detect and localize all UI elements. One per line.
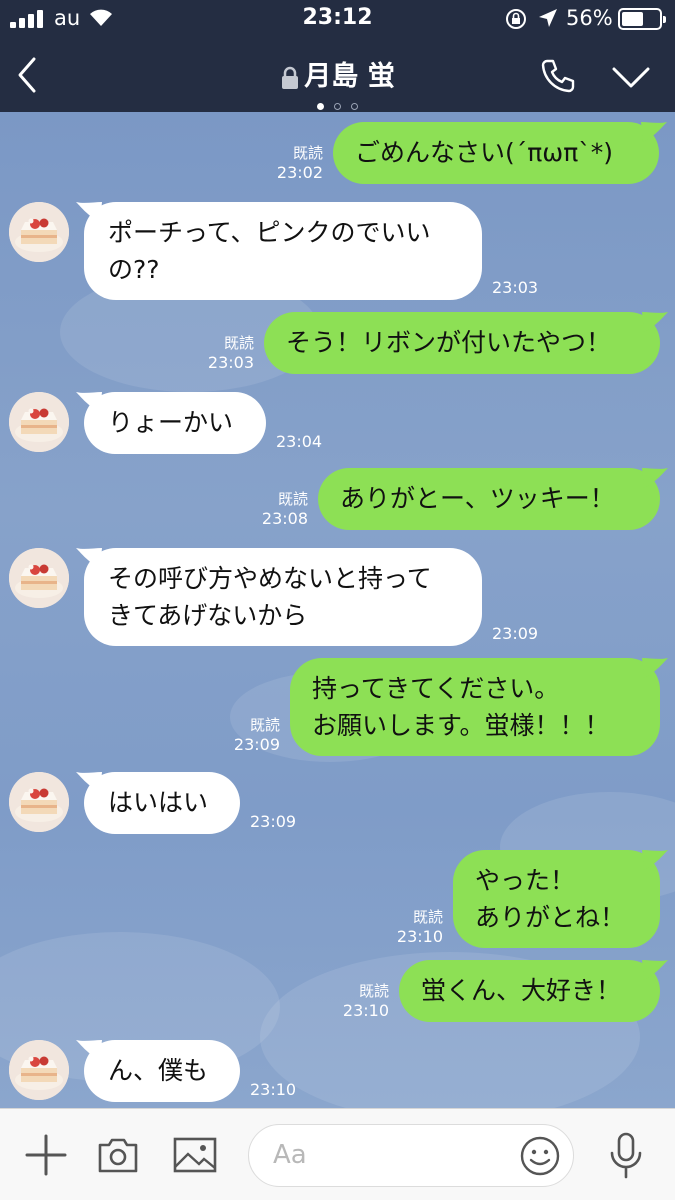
outgoing-message: ごめんなさい(´πωπ`*) 既読 23:02 — [0, 122, 675, 190]
message-bubble[interactable]: 蛍くん、大好き！ — [399, 960, 660, 1022]
incoming-message: りょーかい 23:04 — [0, 392, 675, 460]
message-time: 23:08 — [261, 509, 308, 528]
outgoing-message: やった！ ありがとね！ 既読 23:10 — [0, 850, 675, 954]
message-bubble[interactable]: そう！リボンが付いたやつ！ — [264, 312, 660, 374]
camera-icon[interactable] — [96, 1135, 140, 1175]
input-bar: Aa — [0, 1108, 675, 1200]
read-receipt: 既読 — [249, 716, 280, 734]
message-time: 23:10 — [396, 927, 443, 946]
rotation-lock-icon — [506, 9, 526, 29]
outgoing-message: ありがとー、ツッキー！ 既読 23:08 — [0, 468, 675, 536]
avatar[interactable] — [9, 772, 69, 832]
page-dot — [334, 103, 341, 110]
chat-area[interactable]: ごめんなさい(´πωπ`*) 既読 23:02 ポーチって、ピンクのでいい の?? 2… — [0, 112, 675, 1108]
incoming-message: その呼び方やめないと持って きてあげないから 23:09 — [0, 548, 675, 652]
read-receipt: 既読 — [277, 490, 308, 508]
avatar[interactable] — [9, 548, 69, 608]
outgoing-message: 持ってきてください。 お願いします。蛍様！！！ 既読 23:09 — [0, 658, 675, 762]
incoming-message: ん、僕も 23:10 — [0, 1040, 675, 1108]
message-meta: 既読 23:08 — [208, 490, 308, 528]
message-meta: 既読 23:10 — [289, 982, 389, 1020]
message-bubble[interactable]: ごめんなさい(´πωπ`*) — [333, 122, 659, 184]
header: au 23:12 56% 月島 蛍 — [0, 0, 675, 112]
read-receipt: 既読 — [292, 144, 323, 162]
read-receipt: 既読 — [412, 908, 443, 926]
avatar[interactable] — [9, 202, 69, 262]
message-bubble[interactable]: やった！ ありがとね！ — [453, 850, 660, 948]
avatar[interactable] — [9, 392, 69, 452]
incoming-message: ポーチって、ピンクのでいい の?? 23:03 — [0, 202, 675, 306]
message-input-placeholder: Aa — [273, 1140, 307, 1170]
microphone-icon[interactable] — [608, 1131, 644, 1181]
message-input[interactable]: Aa — [248, 1124, 574, 1187]
message-meta: 既読 23:02 — [223, 144, 323, 182]
message-bubble[interactable]: りょーかい — [84, 392, 266, 454]
bubble-tail — [76, 548, 102, 568]
message-bubble[interactable]: ポーチって、ピンクのでいい の?? — [84, 202, 482, 300]
message-time: 23:10 — [342, 1001, 389, 1020]
bubble-tail — [76, 1040, 102, 1060]
message-time: 23:09 — [492, 624, 539, 643]
message-bubble[interactable]: ん、僕も — [84, 1040, 240, 1102]
bubble-tail — [76, 772, 102, 792]
message-time: 23:03 — [207, 353, 254, 372]
message-time: 23:10 — [250, 1080, 297, 1099]
message-bubble[interactable]: 持ってきてください。 お願いします。蛍様！！！ — [290, 658, 660, 756]
avatar[interactable] — [9, 1040, 69, 1100]
message-bubble[interactable]: ありがとー、ツッキー！ — [318, 468, 660, 530]
status-bar: au 23:12 56% — [0, 0, 675, 38]
bubble-tail — [641, 122, 667, 142]
bubble-tail — [642, 658, 668, 678]
location-icon — [539, 9, 557, 27]
emoji-icon[interactable] — [519, 1135, 561, 1177]
message-meta: 既読 23:03 — [154, 334, 254, 372]
chevron-down-icon[interactable] — [610, 60, 652, 94]
message-time: 23:09 — [233, 735, 280, 754]
message-bubble[interactable]: はいはい — [84, 772, 240, 834]
message-time: 23:09 — [250, 812, 297, 831]
bubble-tail — [76, 392, 102, 412]
bubble-tail — [76, 202, 102, 222]
message-time: 23:02 — [276, 163, 323, 182]
battery-icon — [618, 8, 666, 30]
message-meta: 既読 23:09 — [180, 716, 280, 754]
read-receipt: 既読 — [223, 334, 254, 352]
bubble-tail — [642, 312, 668, 332]
outgoing-message: 蛍くん、大好き！ 既読 23:10 — [0, 960, 675, 1028]
battery-percent: 56% — [566, 6, 613, 30]
message-meta: 既読 23:10 — [343, 908, 443, 946]
page-dot — [351, 103, 358, 110]
phone-icon[interactable] — [538, 56, 578, 96]
bubble-tail — [642, 850, 668, 870]
lock-icon — [282, 66, 299, 89]
message-time: 23:03 — [492, 278, 539, 297]
outgoing-message: そう！リボンが付いたやつ！ 既読 23:03 — [0, 312, 675, 380]
chat-title-text: 月島 蛍 — [304, 61, 395, 92]
page-dot — [317, 103, 324, 110]
bubble-tail — [642, 960, 668, 980]
read-receipt: 既読 — [358, 982, 389, 1000]
bubble-tail — [642, 468, 668, 488]
incoming-message: はいはい 23:09 — [0, 772, 675, 840]
plus-icon[interactable] — [24, 1133, 68, 1177]
message-time: 23:04 — [276, 432, 323, 451]
message-bubble[interactable]: その呼び方やめないと持って きてあげないから — [84, 548, 482, 646]
image-icon[interactable] — [172, 1136, 218, 1174]
